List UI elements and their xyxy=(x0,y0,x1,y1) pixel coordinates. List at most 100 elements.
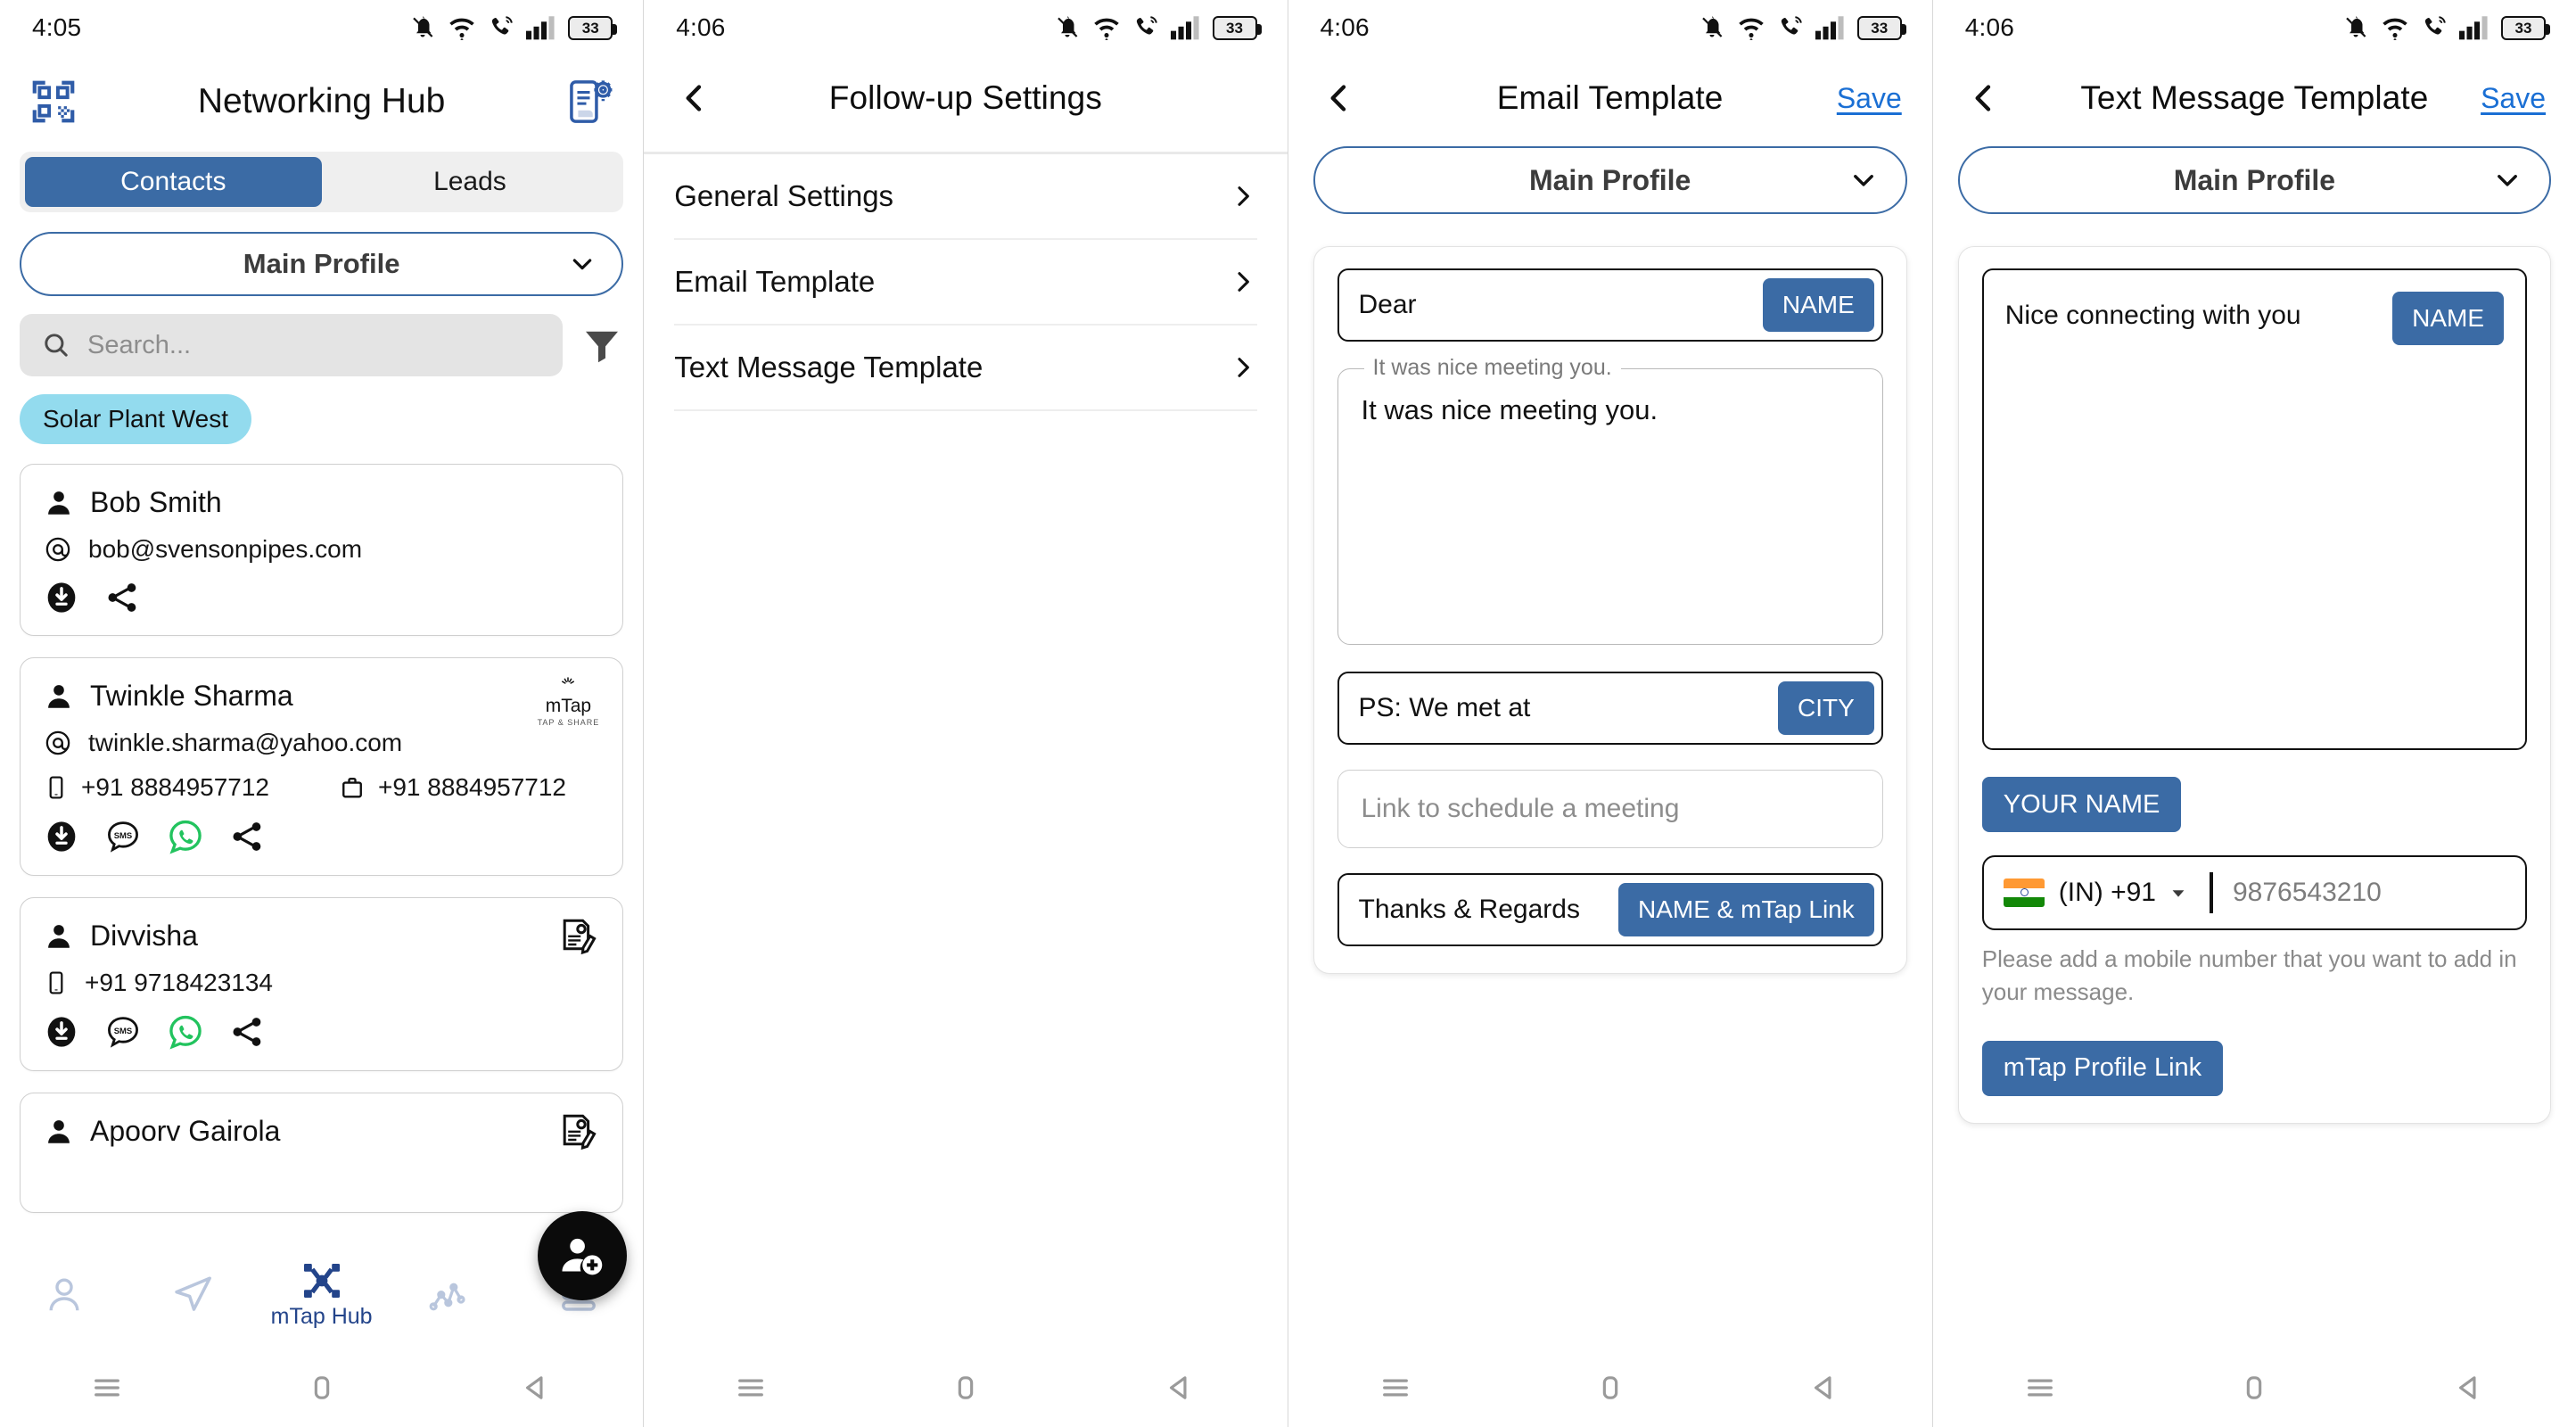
filter-chip[interactable]: Solar Plant West xyxy=(20,394,252,444)
download-icon[interactable] xyxy=(44,1014,79,1050)
back-button[interactable] xyxy=(1319,78,1360,119)
mute-bell-icon xyxy=(1057,16,1077,37)
meeting-link-input[interactable]: Link to schedule a meeting xyxy=(1337,770,1883,848)
app-header: Text Message Template Save xyxy=(1933,55,2576,141)
device-settings-icon[interactable] xyxy=(564,77,614,127)
home-icon xyxy=(2247,1376,2262,1399)
signoff-input[interactable]: Thanks & Regards NAME & mTap Link xyxy=(1337,873,1883,946)
contact-actions: SMS xyxy=(44,818,599,855)
sms-icon[interactable]: SMS xyxy=(104,818,142,855)
download-icon[interactable] xyxy=(44,819,79,854)
android-back-button[interactable] xyxy=(1073,1369,1287,1406)
back-triangle-icon xyxy=(525,1376,543,1399)
contact-card[interactable]: Apoorv Gairola xyxy=(20,1093,624,1213)
text-template-card: Nice connecting with you NAME YOUR NAME … xyxy=(1957,246,2551,1124)
contact-mobile-field: +91 8884957712 xyxy=(44,773,269,802)
android-menu-button[interactable] xyxy=(1288,1369,1503,1406)
phone-number-input[interactable]: (IN) +91 9876543210 xyxy=(1981,855,2527,930)
your-name-button[interactable]: YOUR NAME xyxy=(1981,777,2182,832)
android-home-button[interactable] xyxy=(2147,1369,2361,1406)
back-button[interactable] xyxy=(1963,78,2004,119)
profile-selector[interactable]: Main Profile xyxy=(1313,146,1907,214)
settings-row-email-template[interactable]: Email Template xyxy=(674,240,1257,326)
battery-indicator: 33 xyxy=(2501,15,2550,40)
back-button[interactable] xyxy=(674,78,715,119)
nav-item-mtap-hub-label: mTap Hub xyxy=(270,1303,373,1329)
nav-item-send[interactable] xyxy=(128,1273,257,1317)
android-back-button[interactable] xyxy=(1717,1369,1932,1406)
edit-contact-icon[interactable] xyxy=(556,916,599,959)
search-row: Search... xyxy=(20,314,623,376)
tab-contacts[interactable]: Contacts xyxy=(25,157,322,207)
add-contact-fab[interactable] xyxy=(538,1211,628,1300)
home-icon xyxy=(1602,1376,1617,1399)
search-icon xyxy=(45,334,68,357)
sms-icon[interactable]: SMS xyxy=(104,1013,142,1051)
body-textarea[interactable]: It was nice meeting you. xyxy=(1337,368,1883,645)
greeting-input[interactable]: Dear NAME xyxy=(1337,268,1883,342)
whatsapp-icon[interactable] xyxy=(167,818,204,855)
contact-work: +91 8884957712 xyxy=(378,773,566,801)
profile-selector[interactable]: Main Profile xyxy=(20,232,624,296)
contact-card[interactable]: Bob Smith bob@svensonpipes.com xyxy=(20,464,624,636)
profile-selector[interactable]: Main Profile xyxy=(1957,146,2551,214)
signoff-value: Thanks & Regards xyxy=(1358,895,1580,924)
mtap-profile-link-button[interactable]: mTap Profile Link xyxy=(1981,1040,2224,1096)
android-menu-button[interactable] xyxy=(644,1369,858,1406)
back-chevron-icon xyxy=(1975,85,1990,111)
contact-name: Divvisha xyxy=(90,920,198,952)
ps-input[interactable]: PS: We met at CITY xyxy=(1337,672,1883,745)
contact-name: Twinkle Sharma xyxy=(90,680,293,712)
download-icon[interactable] xyxy=(44,580,79,615)
android-home-button[interactable] xyxy=(1502,1369,1717,1406)
menu-icon xyxy=(95,1379,120,1397)
panel-text-message-template: 4:06 33 Text Message Template Save Main … xyxy=(1932,0,2576,1427)
name-token-button[interactable]: NAME xyxy=(1762,278,1874,332)
status-bar: 4:06 33 xyxy=(644,0,1287,55)
nav-item-profile[interactable] xyxy=(0,1274,128,1316)
name-token-button[interactable]: NAME xyxy=(2392,292,2504,345)
email-template-card: Dear NAME It was nice meeting you. It wa… xyxy=(1313,246,1907,974)
call-wifi-icon xyxy=(2424,16,2446,35)
mtap-hub-icon xyxy=(303,1263,340,1298)
name-mtap-link-token-button[interactable]: NAME & mTap Link xyxy=(1618,883,1874,936)
menu-icon xyxy=(2028,1379,2053,1397)
city-token-button[interactable]: CITY xyxy=(1777,681,1874,735)
qr-code-icon[interactable] xyxy=(29,77,78,127)
menu-icon xyxy=(1382,1379,1408,1397)
android-menu-button[interactable] xyxy=(0,1369,214,1406)
wifi-icon xyxy=(2383,18,2407,40)
panel-followup-settings: 4:06 33 Follow-up Settings General Setti… xyxy=(644,0,1288,1427)
status-time: 4:06 xyxy=(1320,13,1370,41)
android-back-button[interactable] xyxy=(429,1369,643,1406)
person-icon xyxy=(48,924,70,948)
tab-leads[interactable]: Leads xyxy=(322,157,619,207)
filter-icon[interactable] xyxy=(580,324,623,367)
share-icon[interactable] xyxy=(229,1014,265,1050)
message-textarea[interactable]: Nice connecting with you NAME xyxy=(1981,268,2527,750)
android-home-button[interactable] xyxy=(214,1369,428,1406)
whatsapp-icon[interactable] xyxy=(167,1013,204,1051)
settings-row-text-template[interactable]: Text Message Template xyxy=(674,326,1257,411)
contact-card[interactable]: Divvisha +91 9718423134 SMS xyxy=(20,897,624,1071)
svg-text:SMS: SMS xyxy=(114,831,132,841)
save-button[interactable]: Save xyxy=(2481,82,2546,115)
settings-row-general[interactable]: General Settings xyxy=(674,154,1257,240)
edit-contact-icon[interactable] xyxy=(556,1111,599,1154)
battery-level: 33 xyxy=(581,19,599,37)
caret-down-icon[interactable] xyxy=(2169,883,2188,903)
share-icon[interactable] xyxy=(104,580,140,615)
nav-item-analytics[interactable] xyxy=(386,1275,514,1315)
android-home-button[interactable] xyxy=(859,1369,1073,1406)
call-wifi-icon xyxy=(1136,16,1157,35)
multi-panel-screenshot: 4:05 33 Networking Hub Contacts Leads Ma… xyxy=(0,0,2576,1427)
android-navigation-bar xyxy=(644,1349,1288,1427)
home-icon xyxy=(958,1376,974,1399)
nav-item-mtap-hub[interactable]: mTap Hub xyxy=(258,1261,386,1330)
android-menu-button[interactable] xyxy=(1933,1369,2147,1406)
android-back-button[interactable] xyxy=(2362,1369,2576,1406)
search-input[interactable]: Search... xyxy=(20,314,564,376)
save-button[interactable]: Save xyxy=(1837,82,1902,115)
share-icon[interactable] xyxy=(229,819,265,854)
contact-card[interactable]: mTap TAP & SHARE Twinkle Sharma twinkle.… xyxy=(20,657,624,876)
